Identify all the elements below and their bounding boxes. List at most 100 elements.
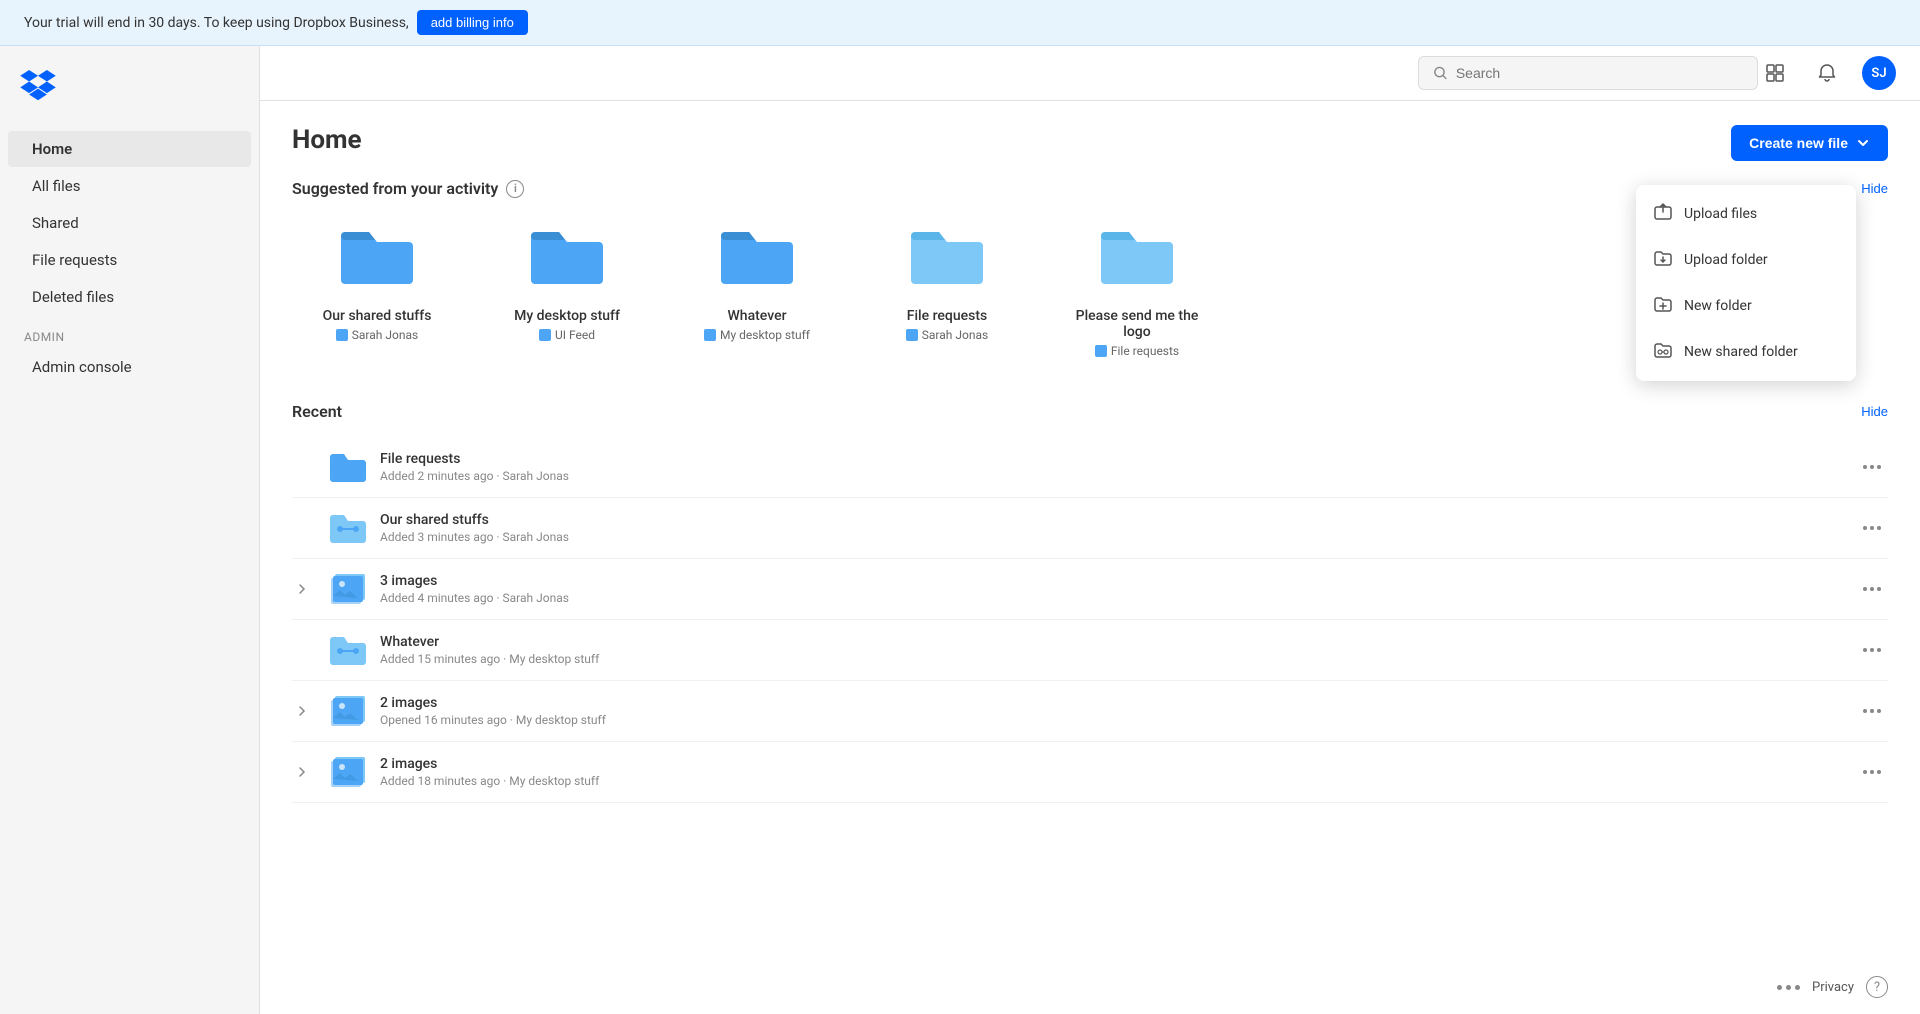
list-item[interactable]: 3 images Added 4 minutes ago · Sarah Jon… bbox=[292, 559, 1888, 620]
expand-icon[interactable] bbox=[292, 701, 312, 721]
item-info: File requests Added 2 minutes ago · Sara… bbox=[380, 451, 1842, 483]
list-item[interactable]: Whatever Added 15 minutes ago · My deskt… bbox=[292, 620, 1888, 681]
item-info: Whatever Added 15 minutes ago · My deskt… bbox=[380, 634, 1842, 666]
item-icon bbox=[330, 571, 366, 607]
footer: Privacy ? bbox=[1777, 976, 1888, 998]
bell-icon[interactable] bbox=[1810, 56, 1844, 90]
item-info: 2 images Opened 16 minutes ago · My desk… bbox=[380, 695, 1842, 727]
create-dropdown-items: Upload files Upload folder New folder Ne… bbox=[1636, 191, 1856, 375]
sidebar-item-admin-console[interactable]: Admin console bbox=[8, 349, 251, 385]
item-info: 2 images Added 18 minutes ago · My deskt… bbox=[380, 756, 1842, 788]
item-sub: Added 3 minutes ago · Sarah Jonas bbox=[380, 530, 1842, 544]
create-button-container: Create new file Upload files Upload fold… bbox=[1731, 125, 1888, 161]
list-item[interactable]: File requests Added 2 minutes ago · Sara… bbox=[292, 437, 1888, 498]
suggested-folder-my-desktop-stuff[interactable]: My desktop stuff UI Feed bbox=[482, 214, 652, 370]
suggested-folder-please-send-me-the-logo[interactable]: Please send me the logo File requests bbox=[1052, 214, 1222, 370]
more-button[interactable] bbox=[1856, 695, 1888, 727]
folder-meta: UI Feed bbox=[539, 328, 595, 342]
folder-meta: File requests bbox=[1095, 344, 1179, 358]
sidebar-item-file-requests[interactable]: File requests bbox=[8, 242, 251, 278]
sidebar-item-deleted-files[interactable]: Deleted files bbox=[8, 279, 251, 315]
suggested-title: Suggested from your activity i bbox=[292, 179, 524, 198]
item-name: 2 images bbox=[380, 695, 1842, 711]
suggested-folder-whatever[interactable]: Whatever My desktop stuff bbox=[672, 214, 842, 370]
more-button[interactable] bbox=[1856, 512, 1888, 544]
upload-files-icon bbox=[1654, 203, 1672, 225]
folder-name: Please send me the logo bbox=[1064, 308, 1210, 340]
search-input[interactable] bbox=[1456, 65, 1743, 81]
suggested-hide-button[interactable]: Hide bbox=[1861, 181, 1888, 196]
folder-meta: Sarah Jonas bbox=[906, 328, 988, 342]
folder-name: File requests bbox=[907, 308, 987, 324]
logo[interactable] bbox=[0, 62, 259, 130]
folder-meta-dot bbox=[1095, 345, 1107, 357]
dropdown-new-folder[interactable]: New folder bbox=[1636, 283, 1856, 329]
item-name: 2 images bbox=[380, 756, 1842, 772]
dropdown-upload-files[interactable]: Upload files bbox=[1636, 191, 1856, 237]
item-sub: Added 2 minutes ago · Sarah Jonas bbox=[380, 469, 1842, 483]
sidebar-item-home[interactable]: Home bbox=[8, 131, 251, 167]
folder-icon bbox=[531, 226, 603, 298]
item-name: Whatever bbox=[380, 634, 1842, 650]
add-billing-button[interactable]: add billing info bbox=[417, 10, 528, 35]
folder-meta: My desktop stuff bbox=[704, 328, 810, 342]
item-sub: Opened 16 minutes ago · My desktop stuff bbox=[380, 713, 1842, 727]
help-icon[interactable]: ? bbox=[1866, 976, 1888, 998]
item-info: 3 images Added 4 minutes ago · Sarah Jon… bbox=[380, 573, 1842, 605]
sidebar-item-all-files[interactable]: All files bbox=[8, 168, 251, 204]
trial-message: Your trial will end in 30 days. To keep … bbox=[24, 15, 409, 31]
suggested-folder-our-shared-stuffs[interactable]: Our shared stuffs Sarah Jonas bbox=[292, 214, 462, 370]
list-item[interactable]: 2 images Opened 16 minutes ago · My desk… bbox=[292, 681, 1888, 742]
chevron-down-icon bbox=[1856, 136, 1870, 150]
folder-name: Whatever bbox=[727, 308, 786, 324]
grid-icon[interactable] bbox=[1758, 56, 1792, 90]
recent-title: Recent bbox=[292, 402, 342, 421]
folder-icon bbox=[721, 226, 793, 298]
dropdown-upload-folder[interactable]: Upload folder bbox=[1636, 237, 1856, 283]
sidebar-item-shared[interactable]: Shared bbox=[8, 205, 251, 241]
expand-icon[interactable] bbox=[292, 579, 312, 599]
main-area: SJ Home Suggested from your activity i H… bbox=[260, 46, 1920, 1014]
list-item[interactable]: 2 images Added 18 minutes ago · My deskt… bbox=[292, 742, 1888, 803]
more-button[interactable] bbox=[1856, 634, 1888, 666]
trial-banner: Your trial will end in 30 days. To keep … bbox=[0, 0, 1920, 46]
upload-folder-icon bbox=[1654, 249, 1672, 271]
folder-meta-dot bbox=[539, 329, 551, 341]
topbar: SJ bbox=[260, 46, 1920, 101]
recent-section-header: Recent Hide bbox=[292, 402, 1888, 421]
new-folder-icon bbox=[1654, 295, 1672, 317]
folder-icon bbox=[1101, 226, 1173, 298]
item-icon bbox=[330, 449, 366, 485]
more-button[interactable] bbox=[1856, 573, 1888, 605]
content-area: Home Suggested from your activity i Hide… bbox=[260, 101, 1920, 1014]
suggested-folder-file-requests[interactable]: File requests Sarah Jonas bbox=[862, 214, 1032, 370]
topbar-right: SJ bbox=[1758, 56, 1896, 90]
folder-meta: Sarah Jonas bbox=[336, 328, 418, 342]
avatar[interactable]: SJ bbox=[1862, 56, 1896, 90]
search-icon bbox=[1433, 65, 1448, 81]
privacy-link[interactable]: Privacy bbox=[1812, 980, 1854, 995]
more-options[interactable] bbox=[1777, 985, 1800, 990]
item-icon bbox=[330, 693, 366, 729]
folder-icon bbox=[341, 226, 413, 298]
dropdown-new-shared-folder[interactable]: New shared folder bbox=[1636, 329, 1856, 375]
recent-hide-button[interactable]: Hide bbox=[1861, 404, 1888, 419]
admin-section-label: Admin bbox=[0, 316, 259, 348]
item-name: File requests bbox=[380, 451, 1842, 467]
sidebar-nav: HomeAll filesSharedFile requestsDeleted … bbox=[0, 130, 259, 316]
sidebar: HomeAll filesSharedFile requestsDeleted … bbox=[0, 46, 260, 1014]
list-item[interactable]: Our shared stuffs Added 3 minutes ago · … bbox=[292, 498, 1888, 559]
create-new-file-button[interactable]: Create new file bbox=[1731, 125, 1888, 161]
create-dropdown: Upload files Upload folder New folder Ne… bbox=[1636, 185, 1856, 381]
recent-list: File requests Added 2 minutes ago · Sara… bbox=[292, 437, 1888, 803]
search-bar[interactable] bbox=[1418, 56, 1758, 90]
item-icon bbox=[330, 510, 366, 546]
info-icon[interactable]: i bbox=[506, 180, 524, 198]
more-button[interactable] bbox=[1856, 756, 1888, 788]
more-button[interactable] bbox=[1856, 451, 1888, 483]
folder-name: My desktop stuff bbox=[514, 308, 620, 324]
sidebar-admin-nav: Admin console bbox=[0, 348, 259, 386]
item-info: Our shared stuffs Added 3 minutes ago · … bbox=[380, 512, 1842, 544]
expand-icon[interactable] bbox=[292, 762, 312, 782]
folder-meta-dot bbox=[704, 329, 716, 341]
